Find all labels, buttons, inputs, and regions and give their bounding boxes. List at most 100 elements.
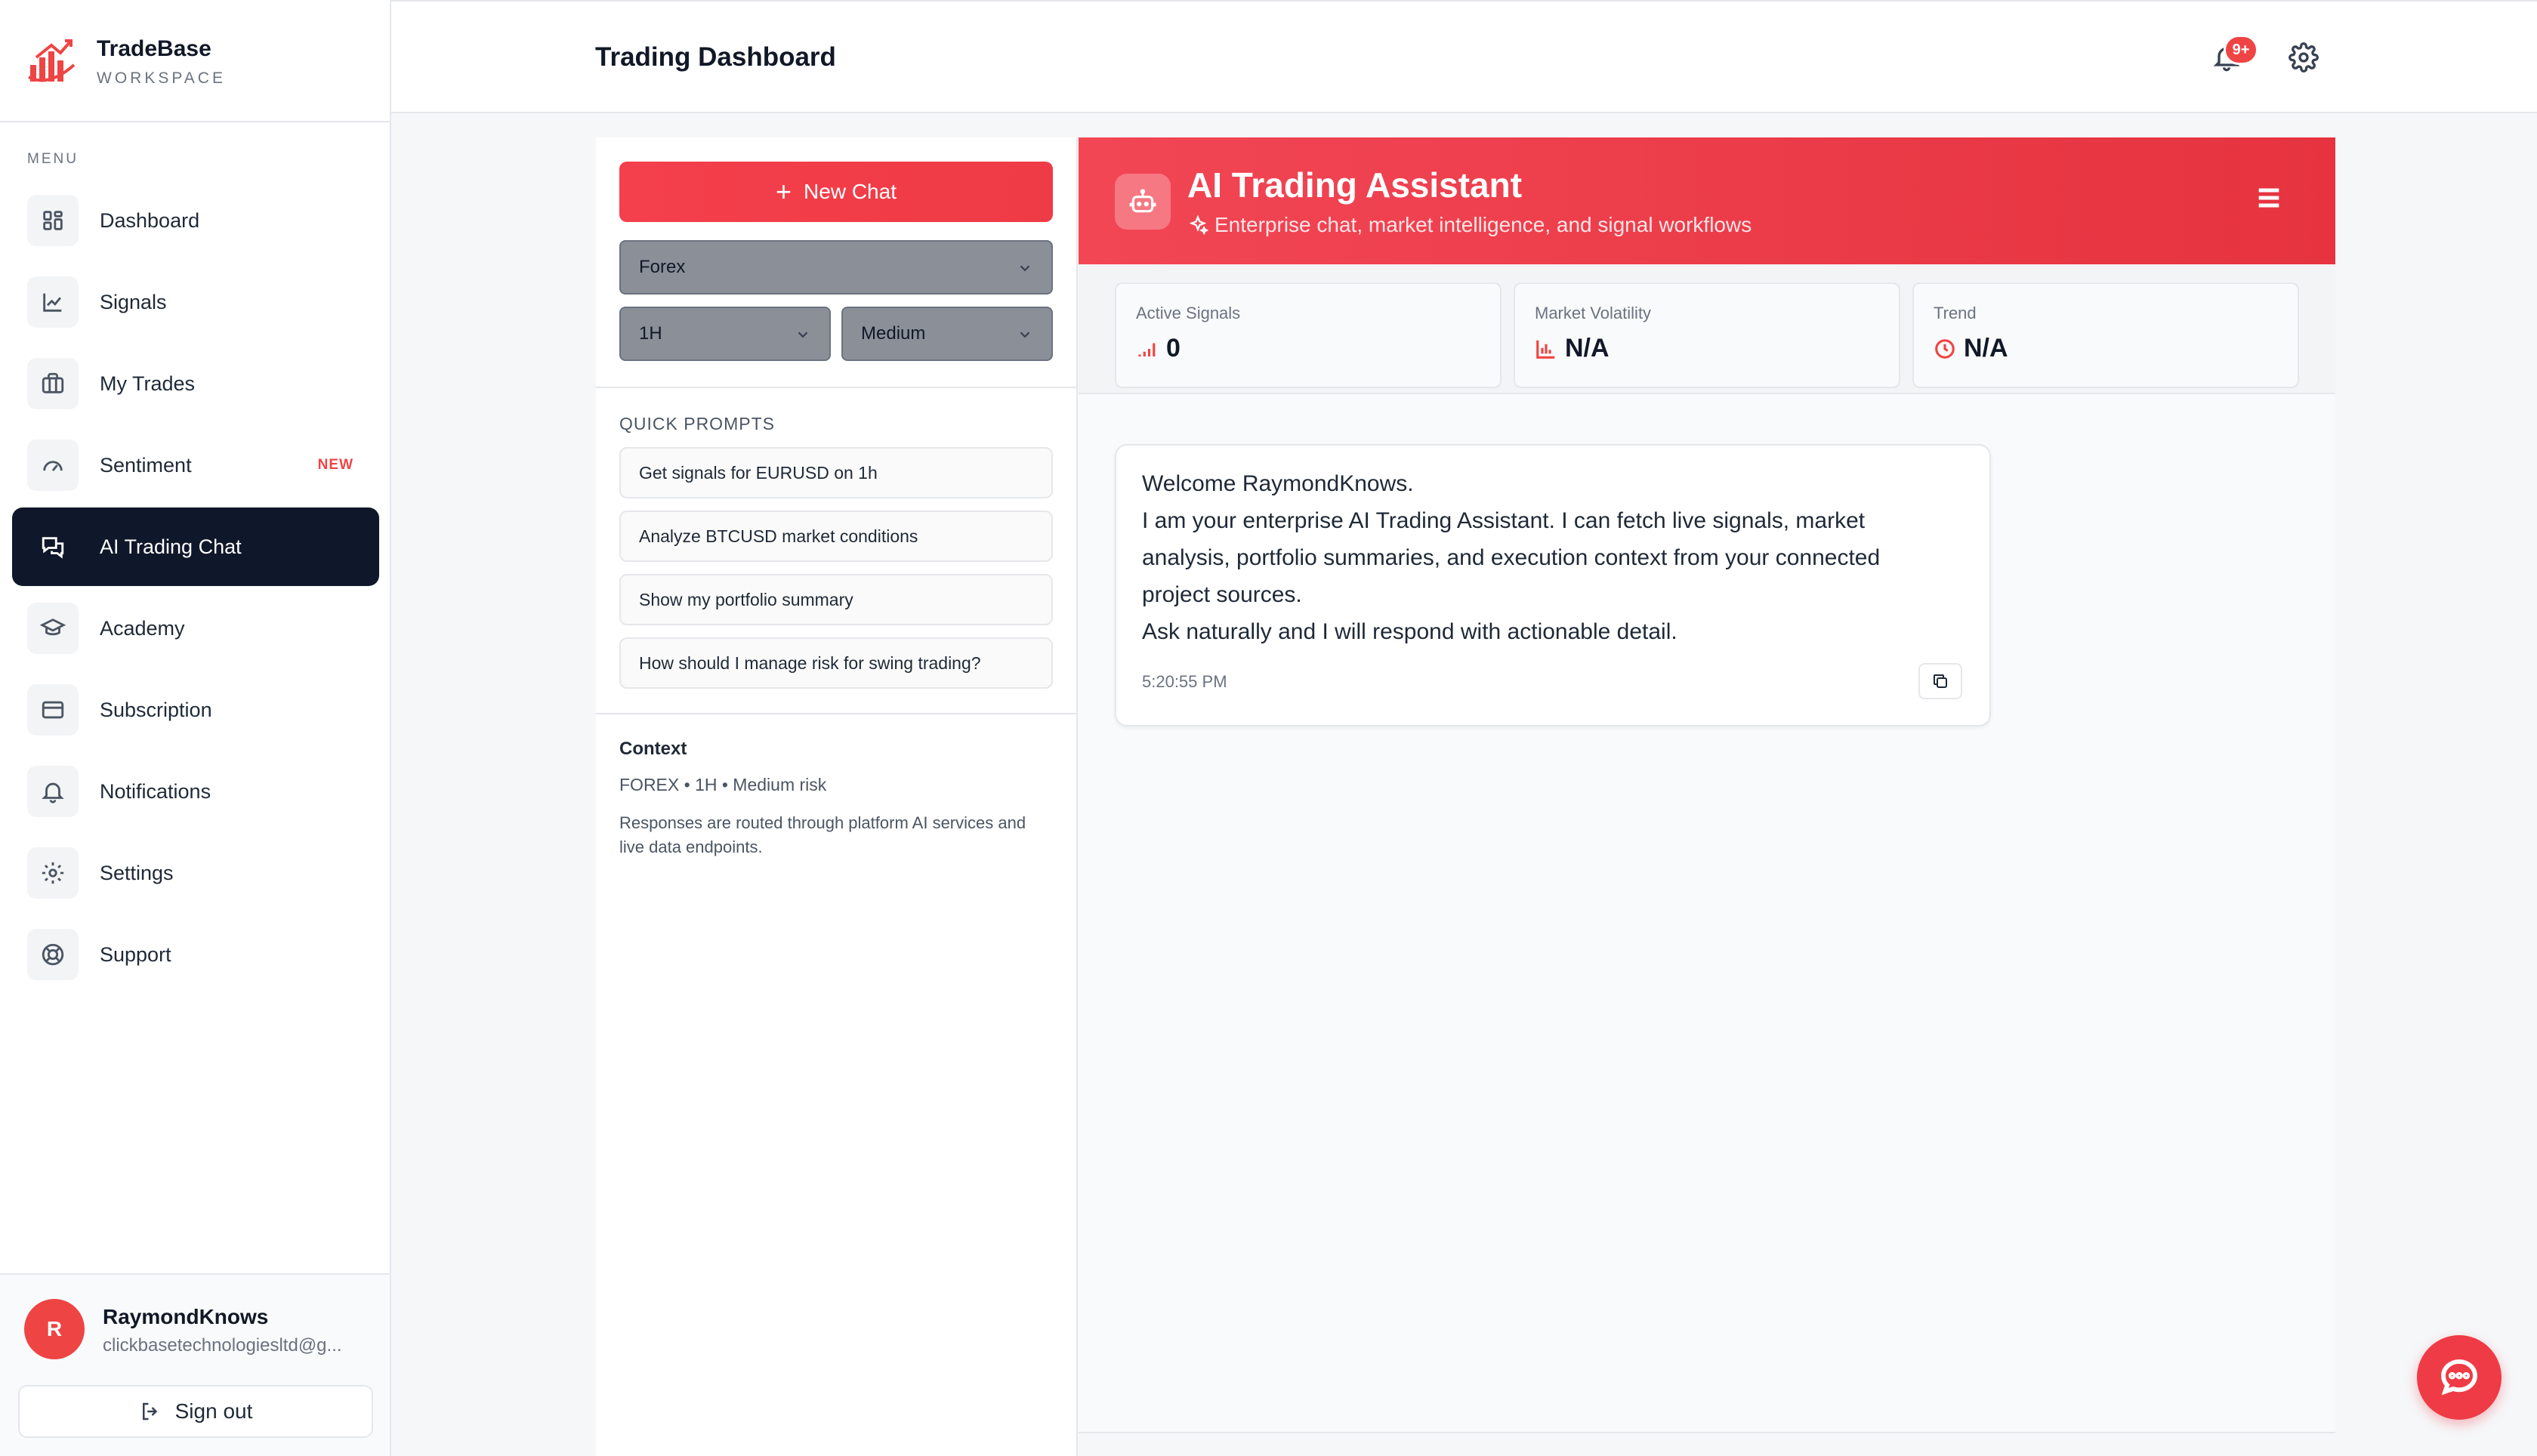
sidebar-item-dashboard[interactable]: Dashboard (12, 181, 379, 260)
lifebuoy-icon (27, 929, 79, 980)
page-title: Trading Dashboard (595, 42, 836, 72)
assistant-bottom-divider (1079, 1432, 2335, 1433)
sidebar-item-academy[interactable]: Academy (12, 589, 379, 668)
sidebar-item-label: Subscription (100, 698, 212, 721)
sidebar-item-subscription[interactable]: Subscription (12, 671, 379, 749)
sidebar-item-notifications[interactable]: Notifications (12, 752, 379, 831)
stats-row: Active Signals 0 Market Volatility N/A T… (1079, 264, 2335, 394)
sidebar-nav: Dashboard Signals My Trades Sentiment NE… (12, 181, 379, 997)
quick-prompt-item[interactable]: Get signals for EURUSD on 1h (619, 447, 1053, 498)
tradebase-logo-icon (26, 35, 77, 92)
sidebar-divider (0, 121, 391, 122)
risk-select[interactable]: Medium (841, 307, 1053, 361)
stat-label: Trend (1934, 304, 1977, 322)
sidebar-item-label: Signals (100, 290, 167, 313)
stat-value: N/A (1565, 334, 1610, 362)
stat-value: 0 (1166, 334, 1181, 362)
sidebar-item-label: Support (100, 942, 171, 966)
sidebar-item-support[interactable]: Support (12, 915, 379, 994)
sidebar-item-my-trades[interactable]: My Trades (12, 344, 379, 423)
chevron-down-icon (1017, 260, 1033, 276)
sidebar-item-signals[interactable]: Signals (12, 263, 379, 341)
hamburger-menu-icon (2258, 188, 2279, 208)
sidebar: TradeBase WORKSPACE MENU Dashboard Signa… (0, 0, 391, 1456)
copy-icon (1934, 674, 1947, 688)
gear-icon (2289, 42, 2319, 72)
risk-select-value: Medium (861, 323, 926, 344)
brand-name: TradeBase (97, 36, 211, 61)
signal-bars-icon (1138, 343, 1156, 356)
message-line: Ask naturally and I will respond with ac… (1142, 619, 1677, 644)
message-line: project sources. (1142, 582, 1302, 607)
brand[interactable]: TradeBase WORKSPACE (26, 30, 373, 98)
brand-subtitle: WORKSPACE (97, 69, 226, 87)
stat-card-market-volatility: Market Volatility N/A (1514, 282, 1900, 388)
robot-icon (1115, 174, 1171, 230)
chat-bubble-icon (2441, 1359, 2477, 1396)
credit-card-icon (27, 684, 79, 736)
ai-assistant-panel: AI Trading Assistant Enterprise chat, ma… (1079, 137, 2335, 1433)
sparkles-icon (1189, 214, 1208, 236)
assistant-header: AI Trading Assistant Enterprise chat, ma… (1079, 137, 2335, 264)
quick-prompt-item[interactable]: Analyze BTCUSD market conditions (619, 511, 1053, 562)
timeframe-select[interactable]: 1H (619, 307, 831, 361)
gauge-icon (27, 440, 79, 491)
stat-card-trend: Trend N/A (1912, 282, 2299, 388)
sidebar-item-label: Notifications (100, 779, 211, 803)
market-select[interactable]: Forex (619, 240, 1053, 295)
user-profile: R RaymondKnows clickbasetechnologiesltd@… (0, 1273, 390, 1456)
panel-divider (596, 713, 1076, 714)
sign-out-icon (142, 1402, 157, 1421)
sidebar-item-label: AI Trading Chat (100, 535, 242, 558)
quick-prompts-heading: QUICK PROMPTS (619, 414, 775, 433)
stat-value: N/A (1964, 334, 2008, 362)
message-line: I am your enterprise AI Trading Assistan… (1142, 508, 1866, 533)
message-line: Welcome RaymondKnows. (1142, 471, 1414, 496)
quick-prompt-item[interactable]: How should I manage risk for swing tradi… (619, 637, 1053, 689)
chevron-down-icon (795, 326, 811, 343)
graduation-cap-icon (27, 603, 79, 654)
message-timestamp: 5:20:55 PM (1142, 672, 1227, 691)
context-summary: FOREX • 1H • Medium risk (619, 775, 827, 794)
context-heading: Context (619, 739, 687, 759)
gear-icon (27, 847, 79, 899)
briefcase-icon (27, 358, 79, 409)
assistant-message-bubble: Welcome RaymondKnows. I am your enterpri… (1115, 444, 1991, 726)
assistant-title: AI Trading Assistant (1187, 165, 1523, 205)
sign-out-button[interactable]: Sign out (18, 1385, 373, 1438)
user-name: RaymondKnows (103, 1305, 269, 1328)
chart-line-icon (27, 276, 79, 328)
sidebar-item-label: Academy (100, 616, 185, 640)
quick-prompt-item[interactable]: Show my portfolio summary (619, 574, 1053, 625)
sidebar-item-ai-trading-chat[interactable]: AI Trading Chat (12, 507, 379, 586)
new-chat-label: New Chat (804, 180, 897, 203)
new-chat-button[interactable]: + New Chat (619, 162, 1053, 222)
sidebar-item-label: Settings (100, 861, 174, 884)
settings-button[interactable] (2289, 42, 2322, 76)
market-select-value: Forex (639, 257, 686, 277)
new-badge: NEW (317, 457, 353, 473)
top-header: Trading Dashboard 9+ (391, 0, 2537, 113)
context-note: Responses are routed through platform AI… (619, 813, 1026, 856)
panel-divider (596, 387, 1076, 388)
plus-icon: + (776, 176, 792, 207)
bell-icon (27, 766, 79, 817)
avatar[interactable]: R (24, 1299, 85, 1359)
chat-sidebar-panel: + New Chat Forex 1H Medium QUICK PROMPTS… (596, 137, 1078, 1456)
menu-toggle-button[interactable] (2254, 183, 2290, 219)
bar-chart-icon (1536, 340, 1555, 359)
assistant-subtitle-text: Enterprise chat, market intelligence, an… (1214, 213, 1752, 236)
sidebar-item-label: Dashboard (100, 208, 200, 232)
sidebar-item-sentiment[interactable]: Sentiment NEW (12, 426, 379, 504)
stat-card-active-signals: Active Signals 0 (1115, 282, 1502, 388)
sidebar-item-label: Sentiment (100, 453, 192, 477)
sidebar-item-settings[interactable]: Settings (12, 834, 379, 912)
sign-out-label: Sign out (174, 1399, 253, 1423)
chat-widget-button[interactable] (2417, 1335, 2502, 1420)
sidebar-item-label: My Trades (100, 372, 196, 395)
copy-message-button[interactable] (1918, 663, 1962, 699)
clock-icon (1935, 338, 1955, 359)
timeframe-select-value: 1H (639, 323, 662, 344)
chat-bubbles-icon (27, 521, 79, 572)
menu-heading: MENU (27, 151, 79, 167)
